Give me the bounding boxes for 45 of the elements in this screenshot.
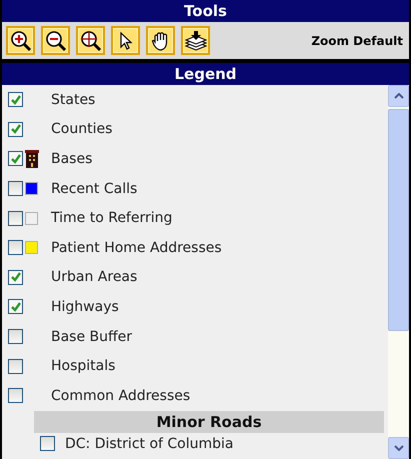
layer-label: Common Addresses (51, 388, 190, 404)
layer-label: Time to Referring (51, 210, 172, 226)
checked-checkbox[interactable] (8, 299, 23, 314)
layer-label: Highways (51, 298, 119, 315)
layers-download-icon (184, 30, 208, 52)
checkbox[interactable] (8, 181, 23, 196)
layers-button[interactable] (181, 26, 210, 55)
zoom-in-icon (10, 30, 32, 52)
checkbox[interactable] (8, 329, 23, 344)
checkbox[interactable] (8, 210, 23, 226)
checkbox[interactable] (8, 388, 23, 404)
zoom-out-icon (44, 30, 66, 52)
pointer-button[interactable] (111, 26, 140, 55)
checked-checkbox[interactable] (8, 122, 23, 137)
layer-label: Patient Home Addresses (51, 240, 222, 256)
layer-label: Recent Calls (51, 180, 138, 197)
checkbox[interactable] (8, 240, 23, 256)
checkbox[interactable] (40, 436, 55, 452)
scrollbar[interactable] (388, 85, 409, 459)
caret-up-icon (394, 93, 404, 99)
layer-label: States (51, 92, 96, 108)
checked-checkbox[interactable] (8, 92, 23, 108)
checkbox[interactable] (8, 358, 23, 374)
zoom-in-button[interactable] (6, 26, 35, 55)
zoom-out-button[interactable] (41, 26, 70, 55)
scroll-up-button[interactable] (388, 85, 409, 107)
checked-checkbox[interactable] (8, 151, 23, 166)
layer-label: Counties (51, 121, 112, 138)
scroll-down-button[interactable] (388, 437, 409, 459)
zoom-default-link[interactable]: Zoom Default (311, 34, 405, 48)
layer-label: DC: District of Columbia (65, 436, 234, 452)
legend-header: Legend (2, 63, 409, 85)
layer-label: Base Buffer (51, 328, 132, 345)
layer-label: Urban Areas (51, 269, 138, 286)
crosshair-magnifier-icon (80, 30, 102, 52)
building-icon (25, 150, 39, 168)
minor-roads-header: Minor Roads (34, 410, 384, 433)
layer-label: Hospitals (51, 358, 116, 374)
tools-header: Tools (2, 0, 409, 22)
zoom-extent-button[interactable] (76, 26, 105, 55)
layer-label: Bases (51, 150, 92, 167)
checked-checkbox[interactable] (8, 270, 23, 285)
caret-down-icon (394, 445, 404, 451)
pan-button[interactable] (146, 26, 175, 55)
scroll-thumb[interactable] (388, 109, 409, 331)
